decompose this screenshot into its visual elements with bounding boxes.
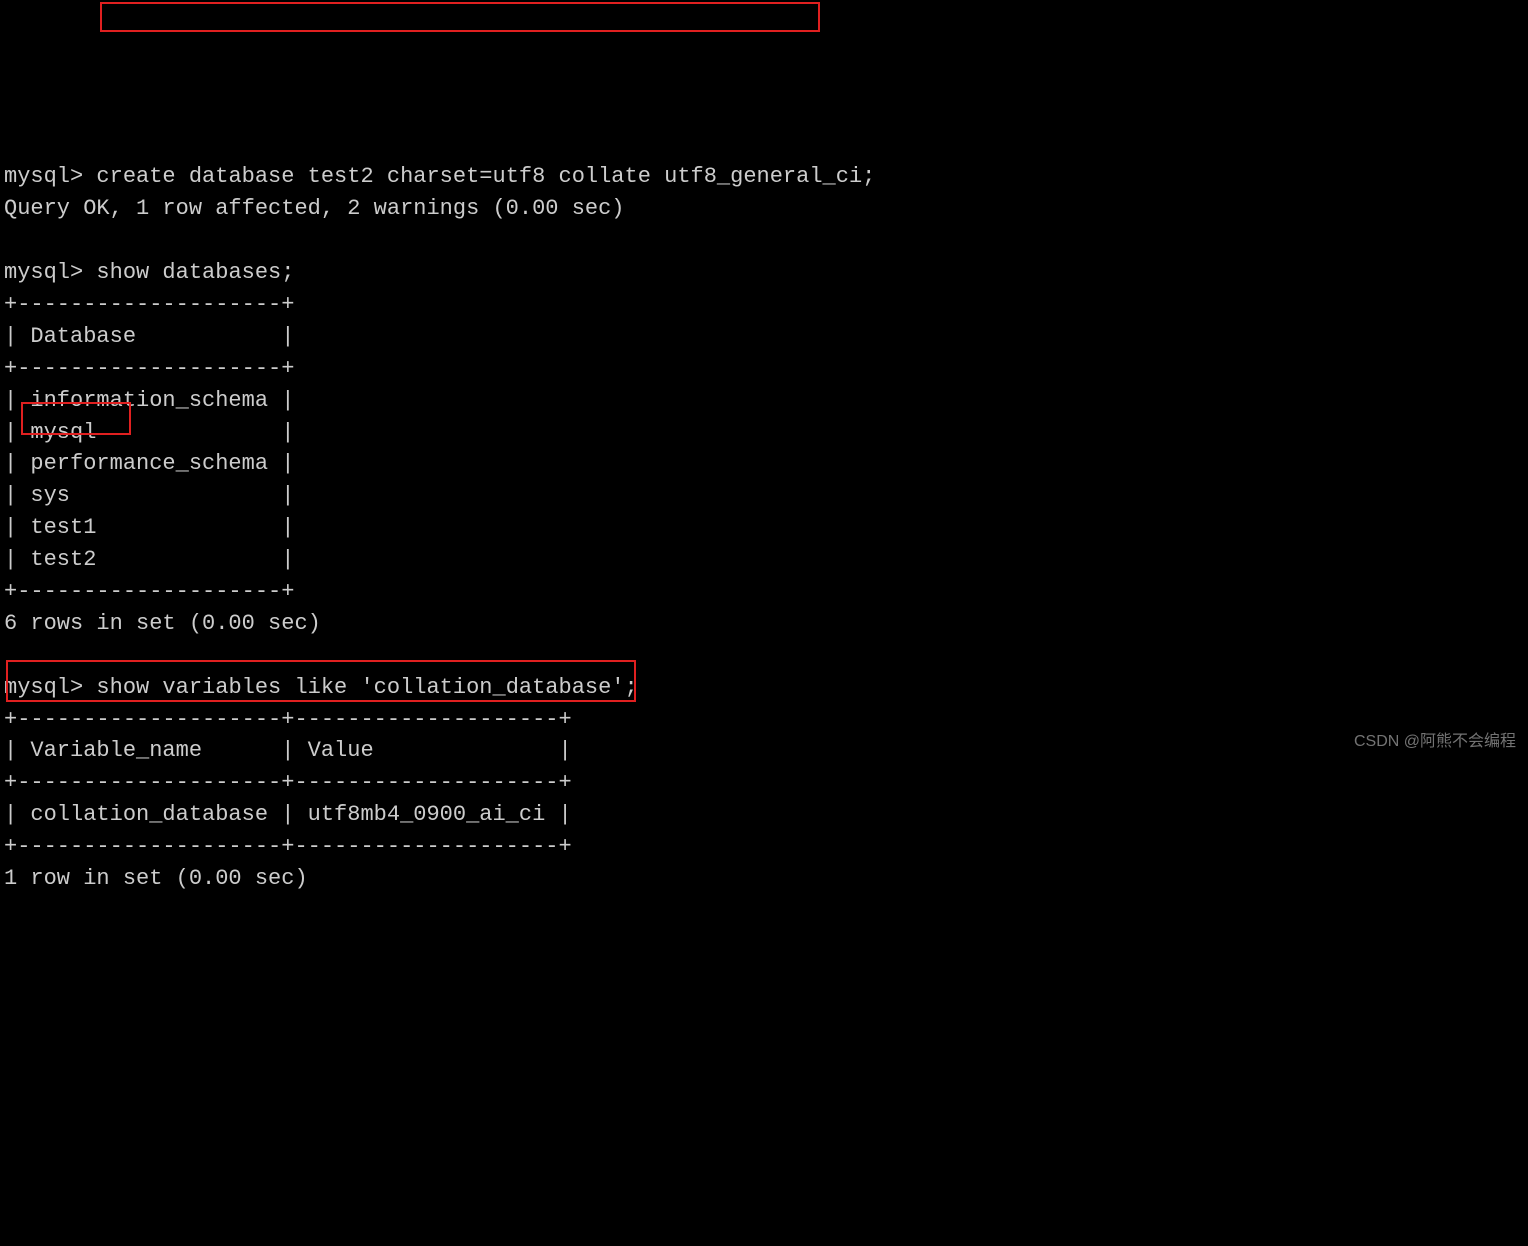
cmd-create-database: create database test2 charset=utf8 colla… xyxy=(96,164,875,189)
mysql-prompt[interactable]: mysql> xyxy=(4,164,96,189)
table-border: +--------------------+------------------… xyxy=(4,770,572,795)
table-row: | test2 | xyxy=(4,547,294,572)
table-row: | performance_schema | xyxy=(4,451,294,476)
table-border: +--------------------+------------------… xyxy=(4,834,572,859)
table-header: | Database | xyxy=(4,324,294,349)
mysql-prompt[interactable]: mysql> xyxy=(4,260,96,285)
mysql-prompt[interactable]: mysql> xyxy=(4,675,96,700)
table-header: | Variable_name | Value | xyxy=(4,738,572,763)
table-border: +--------------------+ xyxy=(4,579,294,604)
table-row: | collation_database | utf8mb4_0900_ai_c… xyxy=(4,802,572,827)
cmd-show-databases: show databases; xyxy=(96,260,294,285)
table-border: +--------------------+ xyxy=(4,356,294,381)
terminal-output: mysql> create database test2 charset=utf… xyxy=(4,130,1524,895)
table-border: +--------------------+------------------… xyxy=(4,707,572,732)
query-ok-response: Query OK, 1 row affected, 2 warnings (0.… xyxy=(4,196,625,221)
table-border: +--------------------+ xyxy=(4,292,294,317)
table-row: | test1 | xyxy=(4,515,294,540)
table-row: | sys | xyxy=(4,483,294,508)
highlight-box-create-cmd xyxy=(100,2,820,32)
table-row: | information_schema | xyxy=(4,388,294,413)
result-count: 6 rows in set (0.00 sec) xyxy=(4,611,321,636)
watermark: CSDN @阿熊不会编程 xyxy=(1354,730,1516,753)
cmd-show-variables: show variables like 'collation_database'… xyxy=(96,675,637,700)
table-row: | mysql | xyxy=(4,420,294,445)
result-count: 1 row in set (0.00 sec) xyxy=(4,866,308,891)
